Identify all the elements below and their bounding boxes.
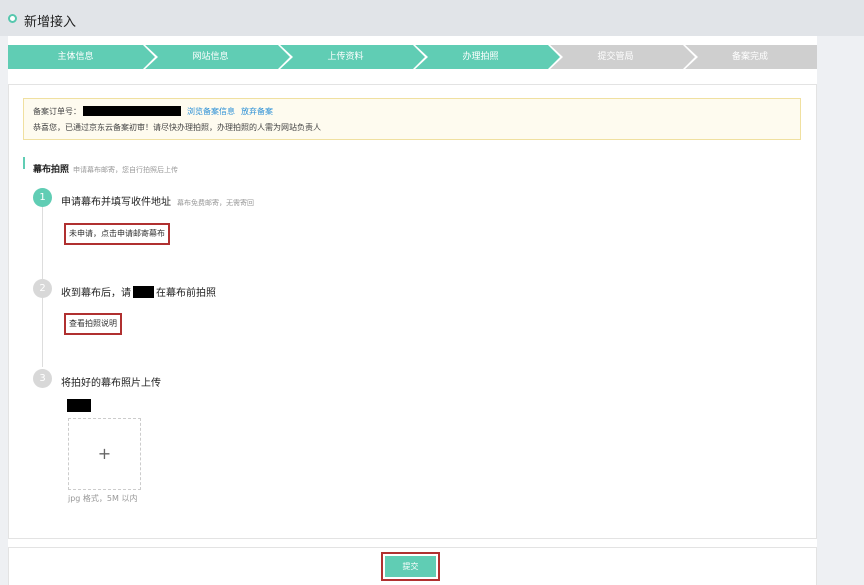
chevron-right-icon (683, 45, 695, 69)
step-1-title: 申请幕布并填写收件地址 幕布免费邮寄，无需寄回 (61, 193, 254, 208)
view-photo-guide-button[interactable]: 查看拍照说明 (64, 313, 122, 335)
step-number-2: 2 (33, 279, 52, 298)
progress-step-website-info: 网站信息 (143, 43, 293, 71)
photo-upload-box[interactable]: + (68, 418, 141, 490)
submit-button[interactable]: 提交 (385, 556, 436, 577)
left-gutter (0, 36, 8, 585)
order-label: 备案订单号： (33, 107, 81, 116)
notice-message: 恭喜您，已通过京东云备案初审！请尽快办理拍照，办理拍照的人需为网站负责人 (33, 123, 321, 132)
page-title: 新增接入 (24, 15, 77, 30)
upload-hint: jpg 格式，5M 以内 (68, 494, 138, 503)
progress-step-label: 提交管局 (597, 52, 634, 62)
chevron-right-icon (278, 45, 290, 69)
step-number-1: 1 (33, 188, 52, 207)
progress-step-submit-bureau: 提交管局 (548, 43, 698, 71)
section-hint: 申请幕布邮寄，您自行拍照后上传 (73, 166, 179, 174)
plus-icon: + (97, 444, 112, 463)
page-header: 新增接入 (0, 0, 864, 36)
chevron-right-icon (548, 45, 560, 69)
apply-backdrop-button[interactable]: 未申请，点击申请邮寄幕布 (64, 223, 170, 245)
notice-box: 备案订单号： 浏览备案信息 放弃备案 恭喜您，已通过京东云备案初审！请尽快办理拍照，… (23, 98, 801, 140)
progress-step-subject-info: 主体信息 (8, 43, 158, 71)
abandon-filing-link[interactable]: 放弃备案 (241, 107, 273, 116)
progress-step-complete: 备案完成 (683, 45, 817, 69)
section-title: 幕布拍照 申请幕布邮寄，您自行拍照后上传 (23, 157, 178, 175)
right-gutter (817, 36, 864, 585)
step-number-3: 3 (33, 369, 52, 388)
progress-step-label: 网站信息 (192, 52, 229, 62)
step-1-title-text: 申请幕布并填写收件地址 (61, 197, 171, 208)
progress-step-photo: 办理拍照 (413, 43, 563, 71)
view-filing-link[interactable]: 浏览备案信息 (187, 107, 235, 116)
progress-steps: 主体信息 网站信息 上传资料 办理拍照 提交管局 备案完成 (8, 43, 817, 71)
chevron-right-icon (413, 45, 425, 69)
redacted-label (67, 399, 91, 412)
progress-step-upload-docs: 上传资料 (278, 43, 428, 71)
progress-step-label: 主体信息 (57, 52, 94, 62)
redacted-name (133, 286, 154, 298)
progress-step-label: 备案完成 (731, 52, 768, 62)
section-title-text: 幕布拍照 (33, 165, 70, 175)
step-3-title: 将拍好的幕布照片上传 (61, 378, 161, 389)
progress-step-label: 办理拍照 (462, 52, 499, 62)
circle-icon (8, 14, 17, 23)
step-2-title: 收到幕布后，请 在幕布前拍照 (61, 284, 216, 299)
step-2-title-after: 在幕布前拍照 (156, 288, 216, 299)
submit-highlight: 提交 (381, 552, 440, 581)
chevron-right-icon (143, 45, 155, 69)
order-line: 备案订单号： 浏览备案信息 放弃备案 (33, 106, 279, 117)
progress-step-label: 上传资料 (327, 52, 364, 62)
step-2-title-before: 收到幕布后，请 (61, 288, 131, 299)
step-1-hint: 幕布免费邮寄，无需寄回 (177, 199, 254, 207)
redacted-order-number (83, 106, 181, 116)
